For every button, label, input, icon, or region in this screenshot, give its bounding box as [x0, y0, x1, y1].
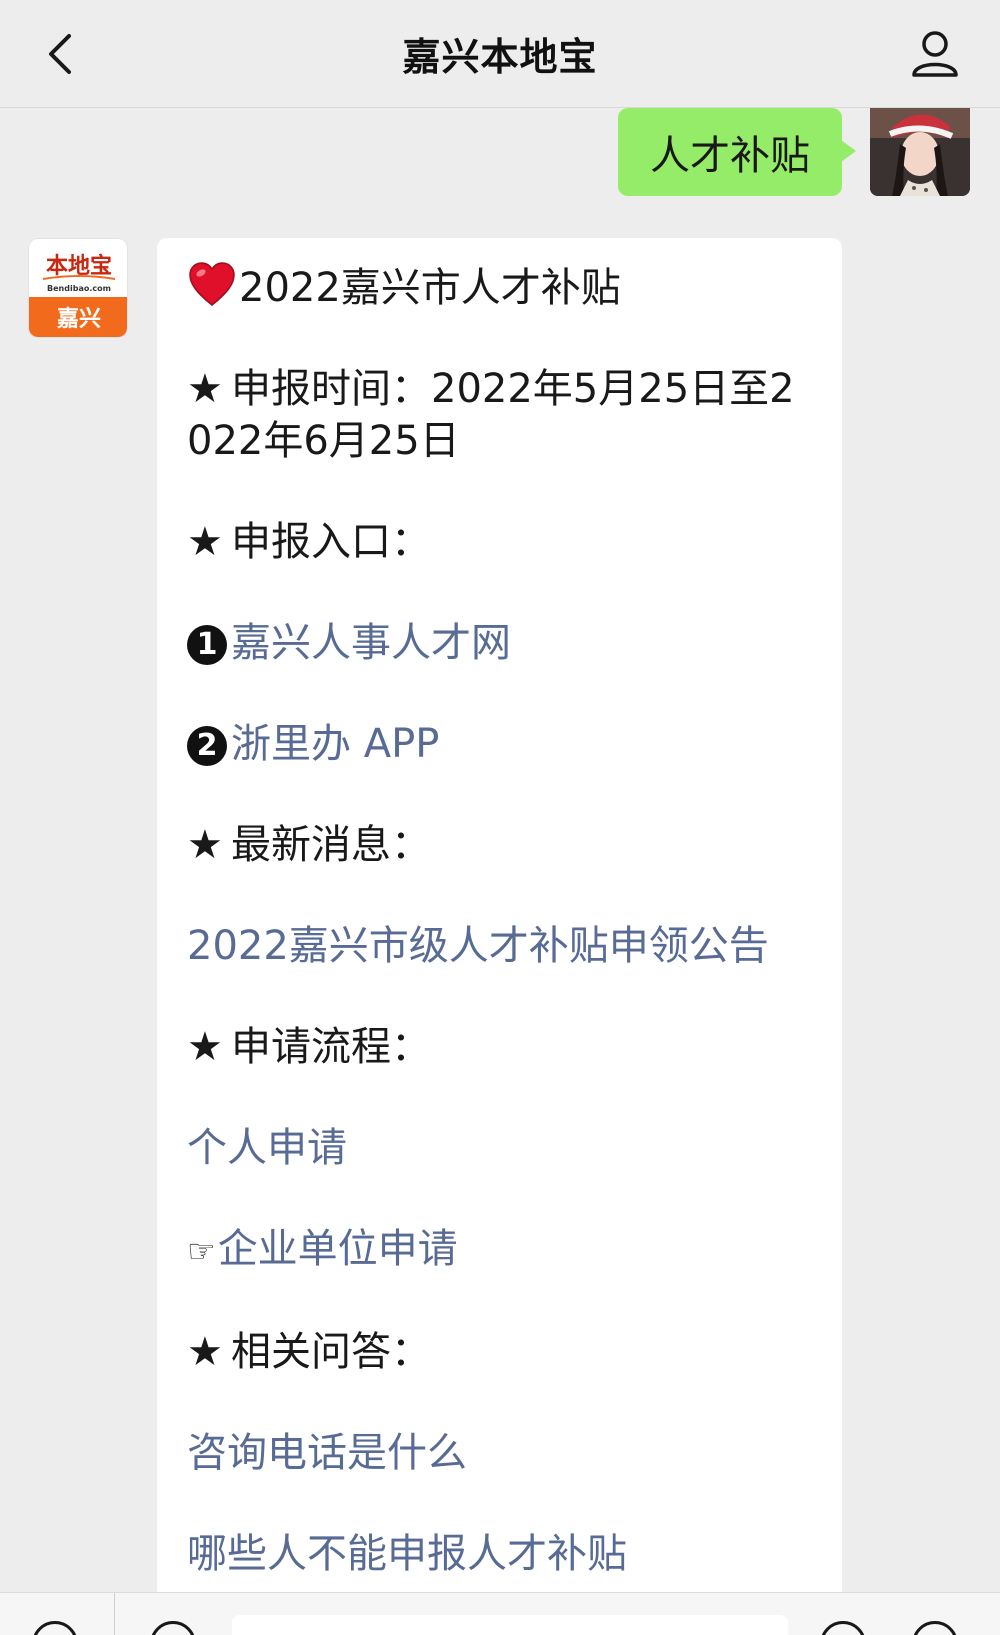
link-subsidy-announcement[interactable]: 2022嘉兴市级人才补贴申领公告: [187, 923, 769, 969]
user-message-bubble[interactable]: 人才补贴: [618, 108, 856, 196]
reply-title: 2022嘉兴市人才补贴: [239, 265, 621, 311]
page-title: 嘉兴本地宝: [402, 35, 598, 79]
entry-heading-line: ★ 申报入口：: [187, 516, 814, 568]
process-heading-line: ★ 申请流程：: [187, 1021, 814, 1073]
news-heading-line: ★ 最新消息：: [187, 819, 814, 871]
star-icon: ★: [187, 366, 223, 412]
link-ineligible-question[interactable]: 哪些人不能申报人才补贴: [187, 1531, 627, 1577]
pointing-hand-icon: ☞: [187, 1232, 216, 1270]
entry-item-2: 2 浙里办 APP: [187, 718, 814, 770]
star-icon: ★: [187, 519, 223, 565]
voice-toggle-icon[interactable]: [32, 1621, 78, 1635]
bot-avatar[interactable]: 本地宝 Bendibao.com 嘉兴: [28, 238, 128, 338]
link-company-application[interactable]: 企业单位申请: [218, 1226, 458, 1272]
avatar-city-text: 嘉兴: [57, 307, 101, 332]
toolbar-divider: [114, 1593, 115, 1635]
process-item-2: ☞企业单位申请: [187, 1223, 814, 1277]
heart-icon: [189, 262, 235, 306]
process-label: 申请流程：: [231, 1024, 431, 1070]
bot-reply-bubble: 2022嘉兴市人才补贴 ★ 申报时间：2022年5月25日至2022年6月25日 …: [157, 238, 842, 1635]
link-personal-application[interactable]: 个人申请: [187, 1125, 347, 1171]
star-icon: ★: [187, 822, 223, 868]
news-item: 2022嘉兴市级人才补贴申领公告: [187, 920, 814, 972]
person-icon: [912, 31, 958, 77]
qa-label: 相关问答：: [231, 1329, 431, 1375]
star-icon: ★: [187, 1329, 223, 1375]
profile-button[interactable]: [900, 22, 970, 86]
emoji-icon[interactable]: [820, 1621, 866, 1635]
news-label: 最新消息：: [231, 822, 431, 868]
avatar-url-text: Bendibao.com: [47, 284, 111, 293]
add-more-icon[interactable]: [912, 1621, 958, 1635]
number-badge: 1: [187, 625, 227, 665]
process-item-1: 个人申请: [187, 1122, 814, 1174]
number-badge: 2: [187, 726, 227, 766]
link-zheliban-app[interactable]: 浙里办 APP: [231, 721, 439, 767]
star-icon: ★: [187, 1024, 223, 1070]
input-toolbar: [0, 1592, 1000, 1635]
entry-item-1: 1 嘉兴人事人才网: [187, 617, 814, 669]
qa-item-1: 咨询电话是什么: [187, 1427, 814, 1479]
link-hotline-question[interactable]: 咨询电话是什么: [187, 1430, 467, 1476]
message-input[interactable]: [232, 1615, 788, 1635]
qa-heading-line: ★ 相关问答：: [187, 1326, 814, 1378]
apply-time-label: 申报时间：: [231, 366, 431, 412]
user-avatar[interactable]: [870, 108, 970, 196]
reply-title-line: 2022嘉兴市人才补贴: [187, 260, 814, 314]
nav-bar: 嘉兴本地宝: [0, 0, 1000, 108]
link-jiaxing-hr-talent[interactable]: 嘉兴人事人才网: [231, 620, 511, 666]
entry-label: 申报入口：: [231, 519, 431, 565]
user-message-row: 人才补贴: [618, 108, 970, 196]
apply-time-line: ★ 申报时间：2022年5月25日至2022年6月25日: [187, 363, 814, 467]
menu-toggle-icon[interactable]: [150, 1621, 196, 1635]
qa-item-2: 哪些人不能申报人才补贴: [187, 1528, 814, 1580]
